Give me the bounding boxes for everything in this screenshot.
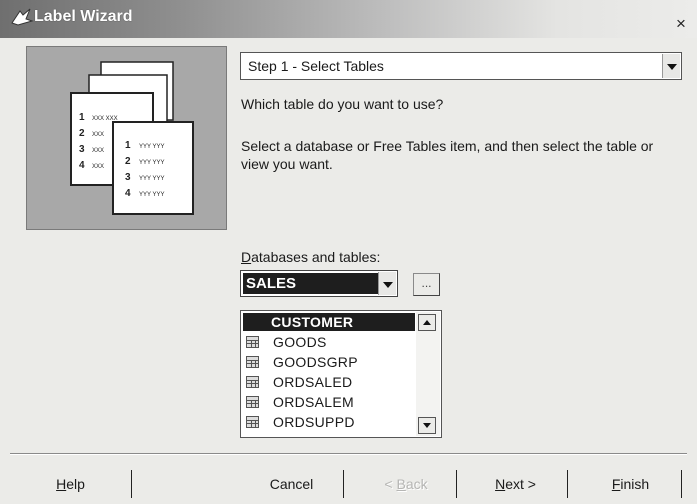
table-list-item[interactable]: ORDSALED [243,373,415,391]
report-pages-illustration: 1 XXX XXX 2 XXX 3 XXX 4 XXX 1 YYY YYY 2 … [70,61,194,215]
back-page-row-text: XXX [92,164,104,170]
front-page-row-text: YYY YYY [139,144,164,150]
database-dropdown-value: SALES [243,273,379,294]
back-page-row-text: 2 [79,128,85,139]
table-name: ORDSALED [273,374,353,390]
databases-label-text: atabases and tables: [251,249,381,265]
table-icon [246,336,259,348]
back-page-row-text: 3 [79,144,85,155]
table-list-item[interactable]: ORDSALEM [243,393,415,411]
separator [10,453,687,455]
wizard-icon [11,8,34,26]
step-dropdown-value: Step 1 - Select Tables [248,58,384,74]
front-page-row-text: YYY YYY [139,176,164,182]
help-button[interactable]: Help [10,470,132,498]
wizard-illustration: 1 XXX XXX 2 XXX 3 XXX 4 XXX 1 YYY YYY 2 … [26,46,227,230]
table-name: CUSTOMER [271,314,354,330]
databases-label-hotkey: D [241,249,252,265]
table-icon [246,396,259,408]
finish-button[interactable]: Finish [580,470,682,498]
scroll-down-icon[interactable] [418,417,436,434]
step-dropdown[interactable]: Step 1 - Select Tables [240,52,682,80]
front-page-row-text: 1 [125,140,131,151]
table-name: ORDSUPPD [273,414,355,430]
label-wizard-window: Label Wizard × 1 XXX XXX 2 XXX 3 XXX 4 X… [0,0,697,504]
table-icon [246,356,259,368]
next-button[interactable]: Next > [464,470,568,498]
cancel-button[interactable]: Cancel [240,470,344,498]
databases-label: Databases and tables: [241,249,380,265]
table-icon [246,416,259,428]
back-page-row-text: 1 [79,112,85,123]
front-page-row-text: 3 [125,172,131,183]
browse-database-button[interactable]: ... [413,273,440,296]
chevron-down-icon[interactable] [378,272,396,295]
back-page-row-text: 4 [79,160,85,171]
back-page-row-text: XXX [92,132,104,138]
back-button[interactable]: < Back [356,470,457,498]
title-bar[interactable]: Label Wizard × [0,0,697,38]
window-title: Label Wizard [34,8,133,25]
back-page-row-text: XXX [92,148,104,154]
list-scrollbar[interactable] [416,312,440,436]
table-name: ORDSALEM [273,394,354,410]
question-text: Which table do you want to use? [241,96,444,112]
chevron-down-icon[interactable] [662,54,680,78]
tables-list[interactable]: CUSTOMER GOODS GOODSGRP ORDSALED ORDSALEM ORD… [240,310,442,438]
instruction-text: Select a database or Free Tables item, a… [241,138,654,172]
table-icon [246,376,259,388]
front-page-row-text: 4 [125,188,131,199]
front-page-row-text: YYY YYY [139,192,164,198]
table-list-item[interactable]: GOODS [243,333,415,351]
table-list-item[interactable]: CUSTOMER [243,313,415,331]
table-list-item[interactable]: ORDSUPPD [243,413,415,431]
front-page-row-text: 2 [125,156,131,167]
close-button[interactable]: × [672,15,690,33]
table-name: GOODSGRP [273,354,358,370]
back-page-row-text: XXX XXX [92,116,118,122]
scroll-up-icon[interactable] [418,314,436,331]
table-list-item[interactable]: GOODSGRP [243,353,415,371]
front-page-row-text: YYY YYY [139,160,164,166]
table-name: GOODS [273,334,327,350]
database-dropdown[interactable]: SALES [240,270,398,297]
